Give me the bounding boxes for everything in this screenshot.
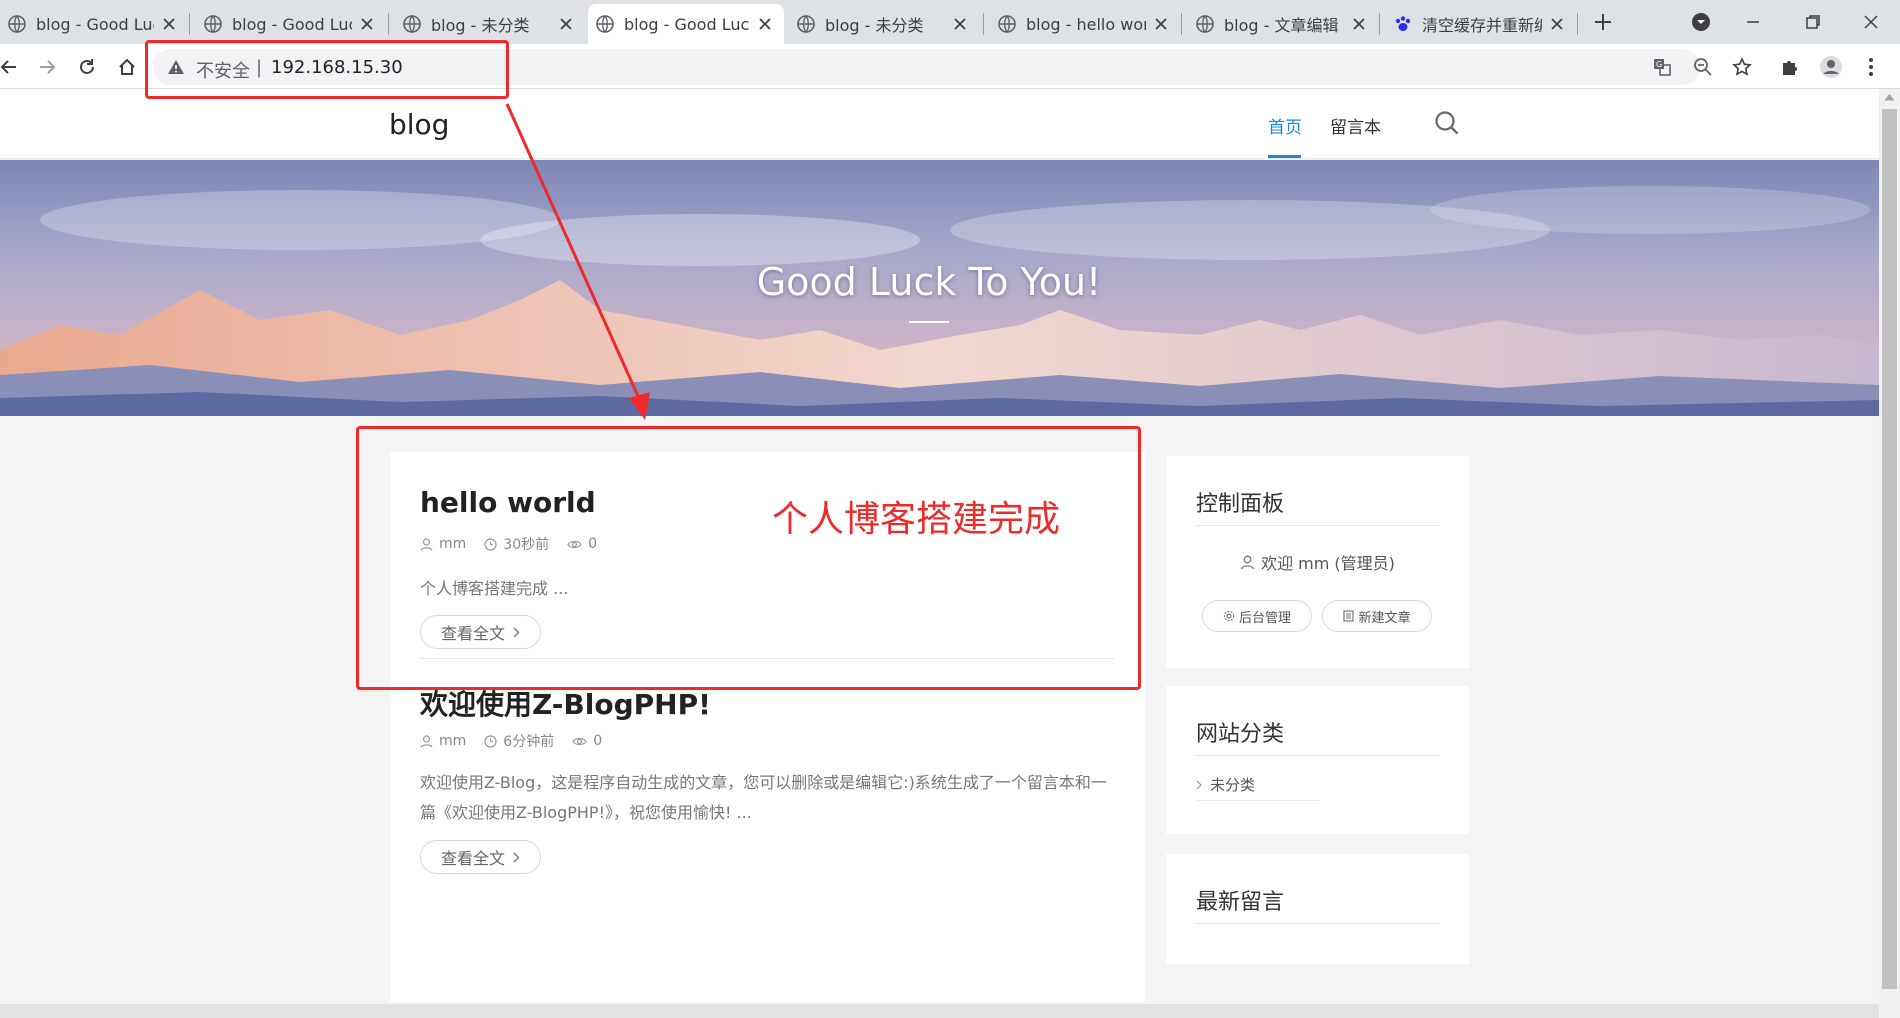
annotation-text: 个人博客搭建完成: [772, 499, 1061, 540]
